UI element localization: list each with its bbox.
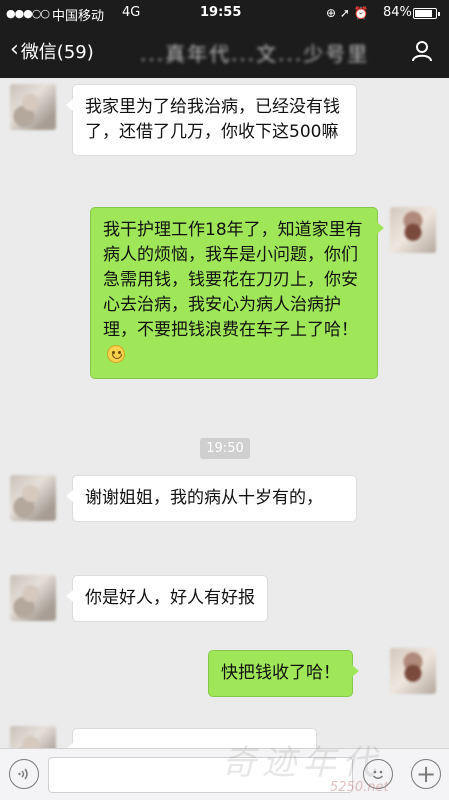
back-label: 微信(59) xyxy=(20,42,94,63)
message-text: 你是好人，好人有好报 xyxy=(85,588,255,608)
voice-icon[interactable] xyxy=(9,759,39,789)
watermark-text: 奇迹年代 xyxy=(222,743,382,783)
message-text: 谢谢姐姐，我的病从十岁有的， xyxy=(85,488,323,508)
self-avatar[interactable] xyxy=(390,648,436,694)
contact-avatar[interactable] xyxy=(10,575,56,621)
message-text: 快把钱收了哈！ xyxy=(221,663,340,683)
back-button[interactable]: ‹ 微信(59) xyxy=(10,38,94,64)
contact-avatar[interactable] xyxy=(10,726,56,748)
battery-percentage: 84% xyxy=(383,5,412,20)
status-bar: ●●●○○ 中国移动 4G 19:55 ⊕ ➚ ⏰ 84% xyxy=(0,0,449,26)
plus-icon[interactable]: + xyxy=(411,759,441,789)
self-avatar[interactable] xyxy=(390,207,436,253)
person-icon[interactable] xyxy=(410,39,434,63)
status-icons: ⊕ ➚ ⏰ xyxy=(326,6,369,20)
chat-title: ...真年代...文...少号里 xyxy=(140,42,370,66)
message-list[interactable]: 我家里为了给我治病，已经没有钱了，还借了几万，你收下这500嘛 我干护理工作18… xyxy=(0,78,449,748)
contact-avatar[interactable] xyxy=(10,84,56,130)
status-clock: 19:55 xyxy=(200,5,242,20)
battery-icon xyxy=(413,8,440,19)
contact-avatar[interactable] xyxy=(10,475,56,521)
smile-emoji-icon xyxy=(107,345,125,363)
time-separator: 19:50 xyxy=(200,438,250,459)
chevron-left-icon: ‹ xyxy=(10,36,19,62)
message-bubble[interactable]: 我家里为了给我治病，已经没有钱了，还借了几万，你收下这500嘛 xyxy=(66,84,357,156)
message-bubble[interactable]: 谢谢姐姐，我的病从十岁有的， xyxy=(66,475,357,522)
message-bubble[interactable]: 快把钱收了哈！ xyxy=(208,650,359,697)
carrier-label: 中国移动 xyxy=(52,9,105,24)
network-type: 4G xyxy=(122,5,141,20)
signal-strength-icon: ●●●○○ xyxy=(6,7,50,20)
chat-header: ‹ 微信(59) ...真年代...文...少号里 xyxy=(0,26,449,78)
message-text: 我干护理工作18年了，知道家里有病人的烦恼，我车是小问题，你们急需用钱，钱要花在… xyxy=(103,220,363,340)
watermark-url: 5250.net xyxy=(330,780,389,795)
sound-wave-icon xyxy=(18,768,28,780)
message-bubble[interactable]: 你是好人，好人有好报 xyxy=(66,575,268,622)
message-bubble[interactable]: 我干护理工作18年了，知道家里有病人的烦恼，我车是小问题，你们急需用钱，钱要花在… xyxy=(90,207,384,379)
message-text: 我家里为了给我治病，已经没有钱了，还借了几万，你收下这500嘛 xyxy=(85,97,340,142)
